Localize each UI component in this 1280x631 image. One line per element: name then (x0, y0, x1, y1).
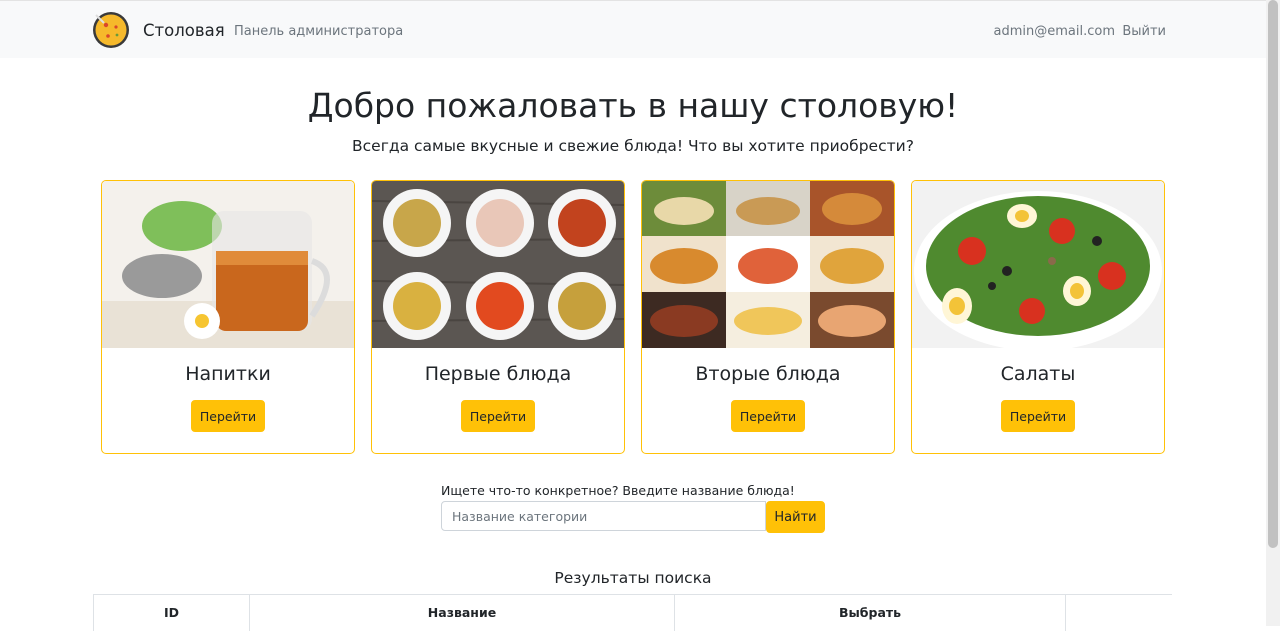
nav-admin-panel-link[interactable]: Панель администратора (234, 24, 403, 39)
category-card-drinks: Напитки Перейти (101, 180, 355, 454)
brand-name[interactable]: Столовая (143, 21, 225, 40)
category-title: Первые блюда (424, 363, 572, 385)
go-second-courses-button[interactable]: Перейти (731, 400, 805, 432)
go-drinks-button[interactable]: Перейти (191, 400, 265, 432)
category-card-first-courses: Первые блюда Перейти (371, 180, 625, 454)
scrollbar-thumb[interactable] (1268, 0, 1278, 548)
search-input[interactable] (441, 501, 766, 531)
results-table: ID Название Выбрать (93, 594, 1172, 631)
category-title: Салаты (1000, 363, 1076, 385)
logo-icon[interactable] (92, 11, 130, 49)
search-button[interactable]: Найти (766, 501, 825, 533)
nav-logout-link[interactable]: Выйти (1122, 24, 1166, 39)
go-salads-button[interactable]: Перейти (1001, 400, 1075, 432)
drinks-image (102, 181, 354, 348)
page-subtitle: Всегда самые вкусные и свежие блюда! Что… (352, 137, 914, 155)
category-title: Вторые блюда (695, 363, 841, 385)
results-title: Результаты поиска (554, 569, 712, 587)
navbar: Столовая Панель администратора admin@ema… (0, 0, 1266, 58)
search-label: Ищете что-то конкретное? Введите названи… (441, 483, 795, 498)
salads-image (912, 181, 1164, 348)
category-title: Напитки (185, 363, 271, 385)
page-title: Добро пожаловать в нашу столовую! (307, 86, 959, 125)
category-card-second-courses: Вторые блюда Перейти (641, 180, 895, 454)
soups-image (372, 181, 624, 348)
nav-user-email[interactable]: admin@email.com (994, 24, 1115, 39)
go-first-courses-button[interactable]: Перейти (461, 400, 535, 432)
main-courses-image (642, 181, 894, 348)
category-card-salads: Салаты Перейти (911, 180, 1165, 454)
page-scrollbar[interactable] (1266, 0, 1280, 626)
